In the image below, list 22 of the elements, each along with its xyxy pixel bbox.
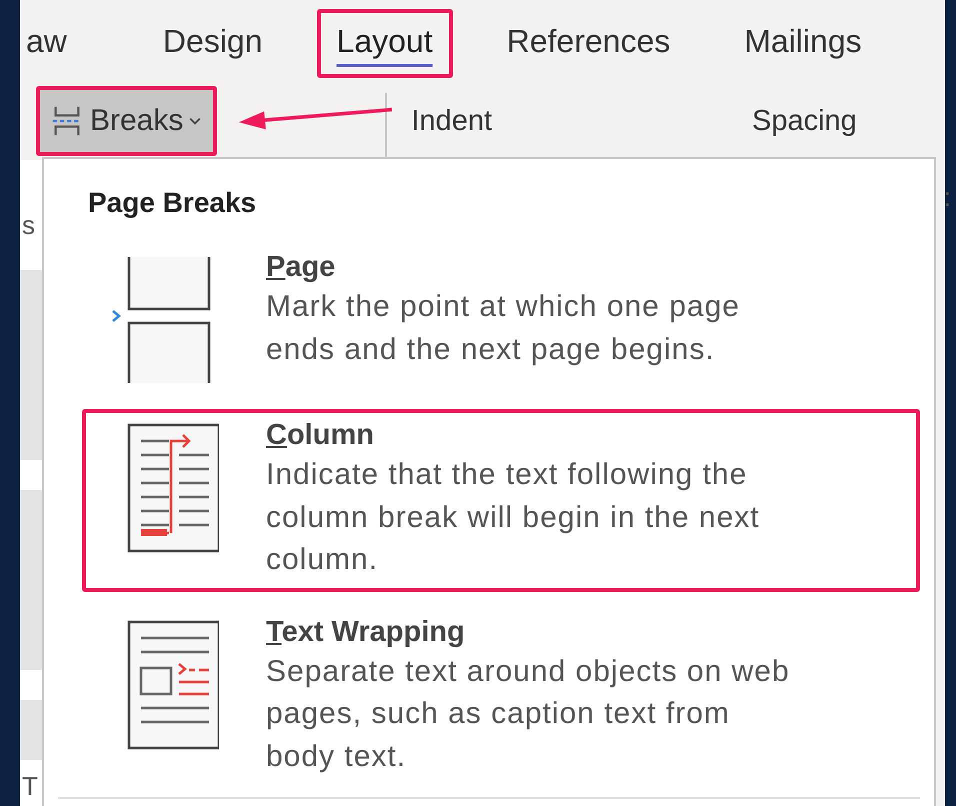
menu-item-title: Page (266, 251, 336, 284)
menu-item-description: Indicate that the text following the column break will begin in the next column. (266, 457, 761, 578)
ribbon-tab[interactable]: aw (20, 8, 87, 78)
ribbon-tab[interactable]: Mailings (724, 8, 882, 78)
text-fragment: s (22, 210, 35, 241)
menu-item-description: Mark the point at which one page ends and the next page begins. (266, 289, 741, 368)
spacing-label: Spacing (752, 104, 857, 138)
menu-item-title: Text Wrapping (266, 616, 466, 649)
menu-item[interactable]: Page Mark the point at which one page ends and the next page begins. (82, 241, 920, 395)
ribbon-tab[interactable]: Design (142, 8, 283, 78)
ribbon-tab[interactable]: References (486, 8, 690, 78)
menu-item-title: Column (266, 419, 375, 452)
menu-heading: Page Breaks (88, 187, 258, 219)
indent-label: Indent (411, 104, 492, 138)
caret-icon (189, 117, 202, 125)
menu-item[interactable]: Column Indicate that the text following the column break will begin in the next column. (82, 409, 920, 592)
menu-item[interactable]: Text Wrapping Separate text around objects on web pages, such as caption text from body text. (82, 606, 920, 789)
ribbon-tab[interactable]: Layout (316, 8, 453, 78)
text-fragment: : (944, 182, 951, 213)
menu-item-description: Separate text around objects on web pages, such as caption text from body text. (266, 654, 791, 775)
breaks-button[interactable]: Breaks (36, 86, 218, 156)
text-fragment: T (22, 771, 38, 802)
